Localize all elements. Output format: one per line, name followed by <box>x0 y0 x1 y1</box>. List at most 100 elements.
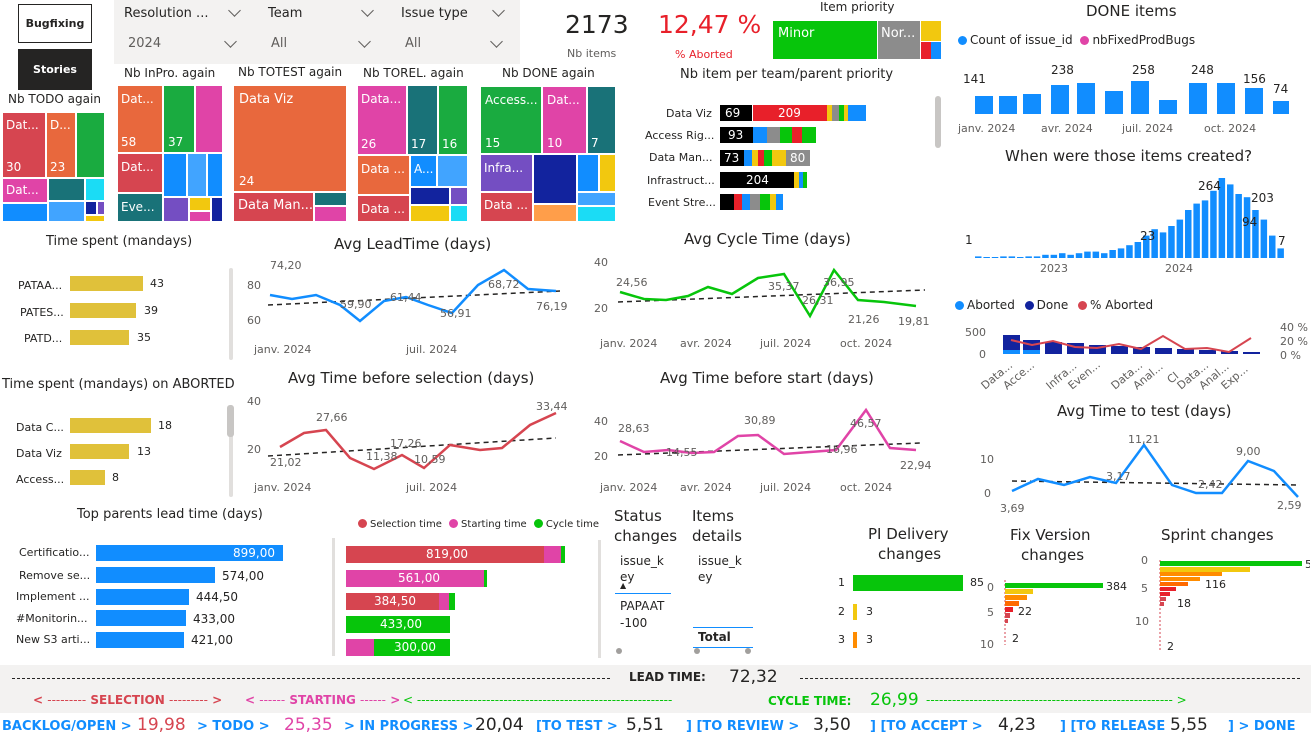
treemap-cell[interactable] <box>2 203 48 222</box>
stacked-bar-cycle[interactable] <box>484 570 487 587</box>
treemap-cell[interactable] <box>48 201 85 222</box>
treemap-cell[interactable] <box>163 153 187 197</box>
scrollbar-dot[interactable] <box>745 648 751 654</box>
priority-segment[interactable] <box>776 194 783 210</box>
treemap-cell[interactable] <box>437 155 468 187</box>
priority-segment[interactable] <box>760 194 770 210</box>
treemap-cell[interactable] <box>163 197 189 222</box>
treemap-cell[interactable]: 7 <box>587 86 616 154</box>
stacked-bar-cycle[interactable]: 433,00 <box>346 616 450 633</box>
treemap-cell[interactable] <box>450 187 468 205</box>
time-spent-bar[interactable] <box>70 276 143 291</box>
treemap-cell[interactable] <box>207 153 223 197</box>
pi-bar[interactable] <box>853 632 857 648</box>
treemap-cell[interactable]: Access... 15 <box>480 86 542 154</box>
items-details-column-header[interactable]: ey <box>698 570 712 584</box>
priority-segment[interactable] <box>720 194 734 210</box>
priority-segment[interactable]: 204 <box>720 172 794 188</box>
priority-segment[interactable] <box>753 127 767 143</box>
stacked-bar-cycle[interactable] <box>561 546 565 563</box>
stories-button[interactable]: Stories <box>18 49 92 90</box>
priority-segment[interactable] <box>802 127 816 143</box>
treemap-cell[interactable] <box>314 206 347 222</box>
treemap-cell[interactable] <box>48 178 85 201</box>
treemap-cell[interactable]: Dat... 58 <box>117 85 163 153</box>
stacked-bar-selection[interactable]: 819,00 <box>346 546 544 563</box>
stacked-bar-starting[interactable]: 561,00 <box>346 570 484 587</box>
treemap-cell[interactable] <box>577 206 616 222</box>
scrollbar[interactable] <box>229 268 233 360</box>
sort-up-icon[interactable]: ▲ <box>620 581 626 590</box>
priority-segment[interactable] <box>803 172 807 188</box>
priority-minor-cell[interactable]: Minor <box>773 21 877 59</box>
treemap-cell[interactable] <box>76 112 105 178</box>
parent-bar[interactable] <box>96 567 215 583</box>
cycle-line[interactable] <box>619 267 917 319</box>
priority-segment[interactable]: 80 <box>786 150 810 166</box>
treemap-cell[interactable] <box>577 192 616 206</box>
priority-segment[interactable] <box>750 194 760 210</box>
slicer-team-value[interactable]: All <box>271 36 287 51</box>
scrollbar-track[interactable] <box>332 538 335 656</box>
time-spent-aborted-bar[interactable] <box>70 418 151 433</box>
treemap-cell[interactable]: Data Man... <box>233 192 314 222</box>
slicer-resolution-value[interactable]: 2024 <box>128 36 161 51</box>
time-spent-bar[interactable] <box>70 330 129 345</box>
treemap-cell[interactable]: A... <box>410 155 437 187</box>
priority-segment[interactable]: 209 <box>753 105 827 121</box>
treemap-cell[interactable]: Data ... <box>480 192 533 222</box>
priority-segment[interactable] <box>764 150 772 166</box>
priority-cell[interactable] <box>921 42 931 59</box>
stacked-bar-starting[interactable] <box>544 546 561 563</box>
priority-segment[interactable] <box>772 150 786 166</box>
status-changes-cell[interactable]: -100 <box>620 616 647 630</box>
priority-segment[interactable] <box>744 150 752 166</box>
stacked-bar-selection[interactable]: 384,50 <box>346 593 439 610</box>
treemap-cell[interactable]: D... 23 <box>46 112 76 178</box>
scrollbar[interactable] <box>935 96 941 148</box>
parent-bar[interactable] <box>96 632 184 648</box>
treemap-cell[interactable] <box>599 154 616 192</box>
treemap-cell[interactable]: Dat... <box>117 153 163 193</box>
priority-cell[interactable] <box>931 42 941 59</box>
stacked-bar-cycle[interactable]: 300,00 <box>374 639 450 656</box>
treemap-cell[interactable]: Eve... <box>117 193 163 222</box>
priority-segment[interactable]: 93 <box>720 127 753 143</box>
treemap-cell[interactable] <box>577 154 599 192</box>
priority-cell[interactable] <box>921 21 941 41</box>
parent-bar[interactable]: 899,00 <box>96 545 283 561</box>
priority-segment[interactable] <box>848 105 866 121</box>
scrollbar-dot[interactable] <box>616 648 622 654</box>
items-details-column-header[interactable]: issue_k <box>698 554 742 568</box>
time-spent-aborted-bar[interactable] <box>70 470 105 485</box>
treemap-cell[interactable] <box>410 187 450 205</box>
parent-bar[interactable] <box>96 610 186 626</box>
treemap-cell[interactable] <box>85 201 97 215</box>
treemap-cell[interactable]: 17 <box>407 85 438 155</box>
priority-segment[interactable]: 69 <box>720 105 752 121</box>
treemap-cell[interactable] <box>85 215 105 222</box>
treemap-cell[interactable] <box>189 197 211 211</box>
status-changes-column-header[interactable]: issue_k <box>620 554 664 568</box>
stacked-bar-starting[interactable] <box>439 593 449 610</box>
treemap-cell[interactable] <box>85 178 105 201</box>
created-bars[interactable] <box>975 178 1284 258</box>
bugfixing-button[interactable]: Bugfixing <box>18 4 92 43</box>
treemap-cell[interactable] <box>533 154 577 204</box>
treemap-cell[interactable]: Data... 26 <box>357 85 407 155</box>
time-spent-aborted-bar[interactable] <box>70 444 129 459</box>
treemap-cell[interactable] <box>410 205 450 222</box>
treemap-cell[interactable]: Data ... <box>357 155 410 195</box>
scrollbar-dot[interactable] <box>694 648 700 654</box>
treemap-cell[interactable]: 16 <box>438 85 468 155</box>
stacked-bar-cycle[interactable] <box>449 593 455 610</box>
priority-segment[interactable] <box>767 127 780 143</box>
priority-segment[interactable] <box>742 194 750 210</box>
treemap-cell[interactable]: 37 <box>163 85 195 153</box>
stacked-bar-starting[interactable] <box>346 639 374 656</box>
treemap-cell[interactable] <box>187 153 207 197</box>
pi-bar[interactable] <box>853 575 963 591</box>
priority-segment[interactable] <box>780 127 792 143</box>
priority-segment[interactable] <box>792 127 802 143</box>
parent-bar[interactable] <box>96 589 189 605</box>
